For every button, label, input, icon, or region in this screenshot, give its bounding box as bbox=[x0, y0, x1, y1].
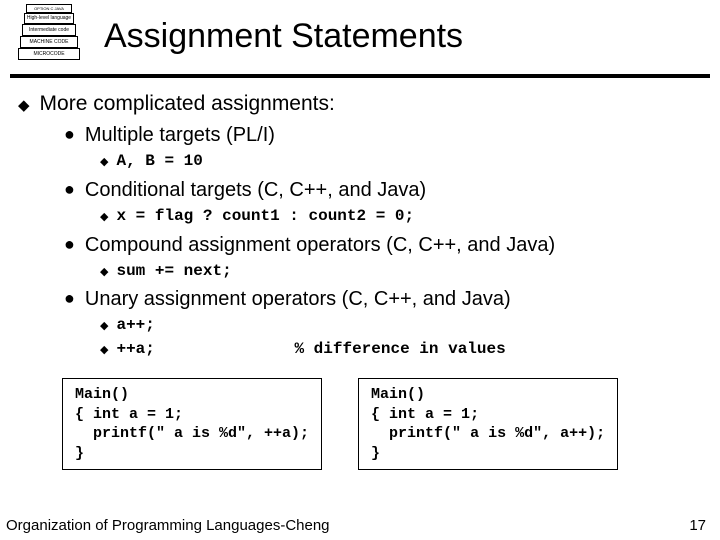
bullet-l2: ● Compound assignment operators (C, C++,… bbox=[64, 232, 702, 259]
level-4: MICROCODE bbox=[18, 48, 80, 60]
level-1: High-level language bbox=[24, 13, 74, 24]
bullet-l3: ◆ x = flag ? count1 : count2 = 0; bbox=[100, 206, 702, 228]
bullet-l2: ● Conditional targets (C, C++, and Java) bbox=[64, 177, 702, 204]
code-box-left: Main() { int a = 1; printf(" a is %d", +… bbox=[62, 378, 322, 470]
level-3: MACHINE CODE bbox=[20, 36, 78, 48]
level-0: OPTION C JAVA bbox=[26, 4, 72, 13]
bullet-l2: ● Multiple targets (PL/I) bbox=[64, 122, 702, 149]
levels-icon: OPTION C JAVA High-level language Interm… bbox=[4, 4, 92, 68]
slide-body: ◆ More complicated assignments: ● Multip… bbox=[0, 78, 720, 470]
code-comment: % difference in values bbox=[294, 339, 505, 361]
slide-header: OPTION C JAVA High-level language Interm… bbox=[0, 0, 720, 68]
diamond-bullet-icon: ◆ bbox=[100, 319, 108, 334]
level-2: Intermediate code bbox=[22, 24, 76, 36]
code-snippet: a++; bbox=[116, 315, 154, 337]
bullet-l3: ◆ A, B = 10 bbox=[100, 151, 702, 173]
code-boxes: Main() { int a = 1; printf(" a is %d", +… bbox=[62, 378, 702, 470]
bullet-l2-text: Unary assignment operators (C, C++, and … bbox=[85, 286, 511, 313]
diamond-bullet-icon: ◆ bbox=[100, 265, 108, 280]
bullet-l2-text: Conditional targets (C, C++, and Java) bbox=[85, 177, 426, 204]
bullet-l2-text: Compound assignment operators (C, C++, a… bbox=[85, 232, 555, 259]
bullet-l3: ◆ sum += next; bbox=[100, 261, 702, 283]
bullet-l2-list: ● Multiple targets (PL/I) ◆ A, B = 10 ● … bbox=[64, 122, 702, 360]
diamond-bullet-icon: ◆ bbox=[18, 96, 30, 116]
slide: OPTION C JAVA High-level language Interm… bbox=[0, 0, 720, 540]
code-snippet: sum += next; bbox=[116, 261, 231, 283]
bullet-l3: ◆ a++; bbox=[100, 315, 702, 337]
disc-bullet-icon: ● bbox=[64, 286, 75, 310]
slide-title: Assignment Statements bbox=[104, 17, 463, 56]
code-box-right: Main() { int a = 1; printf(" a is %d", a… bbox=[358, 378, 618, 470]
disc-bullet-icon: ● bbox=[64, 122, 75, 146]
code-snippet: x = flag ? count1 : count2 = 0; bbox=[116, 206, 414, 228]
code-snippet: ++a; bbox=[116, 339, 286, 361]
diamond-bullet-icon: ◆ bbox=[100, 343, 108, 358]
bullet-l1-text: More complicated assignments: bbox=[40, 90, 335, 118]
disc-bullet-icon: ● bbox=[64, 177, 75, 201]
footer-text: Organization of Programming Languages-Ch… bbox=[6, 517, 330, 534]
diamond-bullet-icon: ◆ bbox=[100, 210, 108, 225]
bullet-l2: ● Unary assignment operators (C, C++, an… bbox=[64, 286, 702, 313]
bullet-l2-text: Multiple targets (PL/I) bbox=[85, 122, 275, 149]
diamond-bullet-icon: ◆ bbox=[100, 155, 108, 170]
code-snippet: A, B = 10 bbox=[116, 151, 202, 173]
bullet-l3: ◆ ++a; % difference in values bbox=[100, 339, 702, 361]
page-number: 17 bbox=[689, 517, 706, 534]
bullet-l1: ◆ More complicated assignments: bbox=[18, 90, 702, 118]
disc-bullet-icon: ● bbox=[64, 232, 75, 256]
